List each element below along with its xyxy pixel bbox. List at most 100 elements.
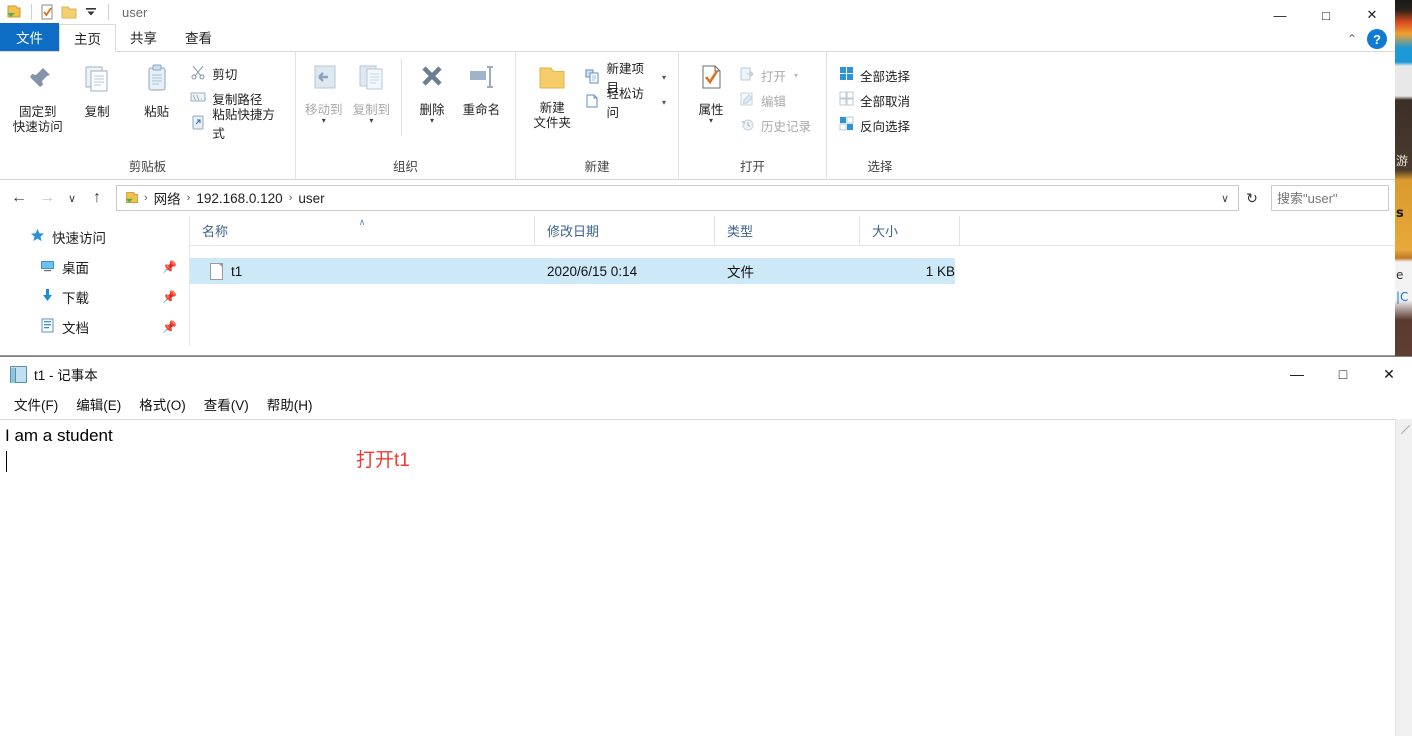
breadcrumb-item-network[interactable]: 网络 <box>149 188 186 208</box>
select-none-button[interactable]: 全部取消 <box>835 89 914 111</box>
paste-clipboard-icon <box>139 62 175 102</box>
pin-icon-downloads[interactable]: 📌 <box>162 290 177 304</box>
cut-button[interactable]: 剪切 <box>186 62 287 84</box>
sidebar-item-documents[interactable]: 文档 📌 <box>0 312 189 342</box>
search-box[interactable] <box>1271 185 1395 211</box>
resize-grip-icon[interactable] <box>1401 425 1410 434</box>
tab-file[interactable]: 文件 <box>0 23 59 51</box>
easy-access-button[interactable]: 轻松访问 ▾ <box>580 87 670 120</box>
address-box[interactable]: › 网络 › 192.168.0.120 › user ∨ <box>116 185 1239 211</box>
move-to-button[interactable]: 移动到 ▾ <box>300 58 348 125</box>
ribbon-group-organize-label: 组织 <box>392 160 418 174</box>
folder-icon[interactable] <box>59 2 79 22</box>
history-icon <box>739 116 755 135</box>
select-all-label: 全部选择 <box>860 69 911 84</box>
menu-format[interactable]: 格式(O) <box>131 392 194 416</box>
notepad-text-area[interactable]: I am a student <box>0 419 1395 736</box>
paste-button[interactable]: 粘贴 <box>127 58 186 120</box>
address-dropdown-icon[interactable]: ∨ <box>1214 192 1236 205</box>
back-button[interactable]: ← <box>6 185 32 211</box>
tab-view[interactable]: 查看 <box>171 23 226 51</box>
notepad-close-button[interactable]: ✕ <box>1366 357 1412 391</box>
move-to-caret-icon[interactable]: ▾ <box>322 117 326 125</box>
notepad-scrollbar[interactable] <box>1395 419 1412 736</box>
qat-dropdown-caret-icon[interactable] <box>81 2 101 22</box>
column-header-date-label: 修改日期 <box>547 224 600 239</box>
file-name-cell[interactable]: t1 <box>190 262 535 280</box>
open-icon <box>739 66 755 85</box>
notepad-maximize-button[interactable]: □ <box>1320 357 1366 391</box>
notepad-menu-bar: 文件(F) 编辑(E) 格式(O) 查看(V) 帮助(H) <box>0 391 1412 417</box>
column-header-type[interactable]: 类型 <box>715 215 860 246</box>
breadcrumb-item-host[interactable]: 192.168.0.120 <box>191 191 287 206</box>
tab-share[interactable]: 共享 <box>116 23 171 51</box>
explorer-title-bar: user — □ ✕ <box>0 0 1395 24</box>
history-label: 历史记录 <box>761 119 812 134</box>
menu-edit[interactable]: 编辑(E) <box>68 392 129 416</box>
properties-button[interactable]: 属性 ▾ <box>687 58 735 125</box>
open-button[interactable]: 打开 ▾ <box>735 64 815 86</box>
recent-locations-button[interactable]: ∨ <box>62 185 82 211</box>
sidebar-item-desktop[interactable]: 桌面 📌 <box>0 252 189 282</box>
paste-shortcut-button[interactable]: 粘贴快捷方式 <box>186 108 287 141</box>
notepad-window: t1 - 记事本 — □ ✕ 文件(F) 编辑(E) 格式(O) 查看(V) 帮… <box>0 356 1412 736</box>
new-folder-icon <box>534 62 570 98</box>
pin-icon-desktop[interactable]: 📌 <box>162 260 177 274</box>
menu-help[interactable]: 帮助(H) <box>259 392 321 416</box>
sidebar-item-downloads[interactable]: 下载 📌 <box>0 282 189 312</box>
breadcrumb-item-user[interactable]: user <box>293 191 329 206</box>
edit-label: 编辑 <box>761 94 787 109</box>
notepad-minimize-button[interactable]: — <box>1274 357 1320 391</box>
column-header-size[interactable]: 大小 <box>860 215 960 246</box>
cut-label: 剪切 <box>212 67 238 82</box>
delete-button[interactable]: 删除 ▾ <box>408 58 456 125</box>
text-caret <box>6 451 7 472</box>
copy-to-button[interactable]: 复制到 ▾ <box>348 58 396 125</box>
collapse-ribbon-icon[interactable]: ⌃ <box>1347 32 1357 46</box>
menu-view[interactable]: 查看(V) <box>196 392 257 416</box>
column-header-name[interactable]: ∧ 名称 <box>190 215 535 246</box>
ribbon-group-open-label: 打开 <box>739 160 765 174</box>
copy-button[interactable]: 复制 <box>67 58 126 120</box>
edit-button[interactable]: 编辑 <box>735 89 815 111</box>
qat-separator-1 <box>31 4 32 20</box>
open-caret-icon[interactable]: ▾ <box>794 71 798 80</box>
breadcrumb: › 网络 › 192.168.0.120 › user <box>143 188 1214 208</box>
tab-home[interactable]: 主页 <box>59 24 116 52</box>
rename-button[interactable]: 重命名 <box>456 58 507 118</box>
paste-label: 粘贴 <box>144 105 170 119</box>
easy-access-caret-icon[interactable]: ▾ <box>662 98 666 107</box>
select-all-button[interactable]: 全部选择 <box>835 64 914 86</box>
new-folder-button[interactable]: 新建 文件夹 <box>524 58 580 131</box>
select-all-icon <box>839 66 854 84</box>
address-bar: ← → ∨ ↑ › 网络 › 192.168.0.120 › user ∨ ↻ … <box>0 180 1395 216</box>
forward-button[interactable]: → <box>34 185 60 211</box>
sidebar-item-quick-access[interactable]: 快速访问 <box>0 222 189 252</box>
properties-caret-icon[interactable]: ▾ <box>709 117 713 125</box>
pin-to-quick-access-button[interactable]: 固定到 快速访问 <box>8 58 67 135</box>
help-icon[interactable]: ? <box>1367 29 1387 49</box>
paste-shortcut-icon <box>190 114 206 133</box>
copy-to-caret-icon[interactable]: ▾ <box>369 117 373 125</box>
refresh-icon[interactable]: ↻ <box>1241 190 1263 207</box>
column-header-name-label: 名称 <box>202 224 229 239</box>
desktop-bg-fragment-4: |С <box>1396 290 1409 304</box>
folder-green-arrow-icon[interactable] <box>4 2 24 22</box>
properties-check-icon[interactable] <box>37 2 57 22</box>
ribbon-group-organize: 移动到 ▾ 复制到 ▾ 删除 ▾ 重命名 组织 <box>295 52 515 180</box>
search-input[interactable] <box>1277 190 1395 206</box>
sidebar-label-downloads: 下载 <box>62 291 89 306</box>
table-row[interactable]: t1 2020/6/15 0:14 文件 1 KB <box>190 258 955 284</box>
column-header-date[interactable]: 修改日期 <box>535 215 715 246</box>
invert-selection-button[interactable]: 反向选择 <box>835 114 914 136</box>
menu-file[interactable]: 文件(F) <box>6 392 66 416</box>
ribbon-group-select-label: 选择 <box>867 160 893 174</box>
notepad-window-title: t1 - 记事本 <box>34 368 98 383</box>
new-item-caret-icon[interactable]: ▾ <box>662 73 666 82</box>
pin-icon-documents[interactable]: 📌 <box>162 320 177 334</box>
delete-caret-icon[interactable]: ▾ <box>430 117 434 125</box>
history-button[interactable]: 历史记录 <box>735 114 815 136</box>
notepad-icon <box>10 365 27 383</box>
up-button[interactable]: ↑ <box>84 185 110 211</box>
file-type-cell: 文件 <box>727 265 754 280</box>
